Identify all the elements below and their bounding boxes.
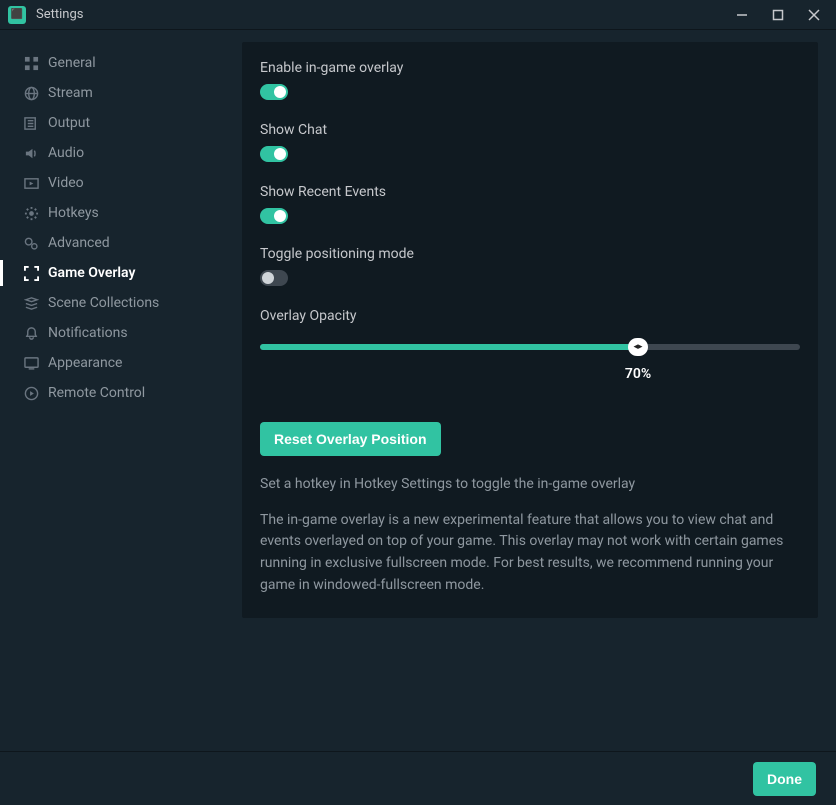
minimize-icon	[736, 9, 748, 21]
close-icon	[808, 9, 820, 21]
reset-overlay-position-button[interactable]: Reset Overlay Position	[260, 422, 441, 456]
hotkey-hint-text: Set a hotkey in Hotkey Settings to toggl…	[260, 474, 800, 496]
sidebar-item-hotkeys[interactable]: Hotkeys	[0, 198, 242, 228]
settings-panel: Enable in-game overlay Show Chat Show Re…	[242, 42, 818, 618]
opacity-slider-fill	[260, 344, 638, 350]
sidebar-item-label: Advanced	[48, 235, 110, 251]
grid-icon	[24, 56, 48, 71]
setting-label: Show Chat	[260, 122, 800, 138]
setting-label: Show Recent Events	[260, 184, 800, 200]
sidebar-item-label: Video	[48, 175, 84, 191]
sidebar-item-label: Hotkeys	[48, 205, 99, 221]
close-button[interactable]	[796, 1, 832, 29]
sidebar-item-label: Audio	[48, 145, 84, 161]
app-icon: ⬛	[8, 6, 26, 24]
bell-icon	[24, 326, 48, 341]
audio-icon	[24, 146, 48, 161]
output-icon	[24, 116, 48, 131]
sidebar-item-stream[interactable]: Stream	[0, 78, 242, 108]
sidebar-item-label: Stream	[48, 85, 93, 101]
experimental-note-text: The in-game overlay is a new experimenta…	[260, 510, 800, 597]
gears-icon	[24, 236, 48, 251]
sidebar-item-remote-control[interactable]: Remote Control	[0, 378, 242, 408]
footer: Done	[0, 751, 836, 805]
video-icon	[24, 176, 48, 191]
toggle-positioning[interactable]	[260, 270, 288, 286]
setting-label: Overlay Opacity	[260, 308, 800, 324]
done-button[interactable]: Done	[753, 762, 816, 796]
minimize-button[interactable]	[724, 1, 760, 29]
sidebar-item-label: Scene Collections	[48, 295, 159, 311]
titlebar: ⬛ Settings	[0, 0, 836, 30]
setting-label: Enable in-game overlay	[260, 60, 800, 76]
setting-show-chat: Show Chat	[260, 122, 800, 162]
setting-positioning: Toggle positioning mode	[260, 246, 800, 286]
appearance-icon	[24, 356, 48, 371]
sidebar-item-notifications[interactable]: Notifications	[0, 318, 242, 348]
settings-window: ⬛ Settings General Stream Output	[0, 0, 836, 805]
globe-icon	[24, 86, 48, 101]
main-content: Enable in-game overlay Show Chat Show Re…	[242, 30, 836, 751]
setting-show-events: Show Recent Events	[260, 184, 800, 224]
sidebar-item-game-overlay[interactable]: Game Overlay	[0, 258, 242, 288]
sidebar-item-label: Remote Control	[48, 385, 145, 401]
sidebar-item-label: Notifications	[48, 325, 128, 341]
gear-icon	[24, 206, 48, 221]
opacity-slider-thumb[interactable]: ◂▸	[628, 338, 648, 356]
sidebar-item-label: Output	[48, 115, 90, 131]
sidebar-item-video[interactable]: Video	[0, 168, 242, 198]
sidebar-item-label: Appearance	[48, 355, 122, 371]
opacity-value: 70%	[625, 366, 651, 382]
sidebar: General Stream Output Audio Video Hotkey…	[0, 30, 242, 751]
play-icon	[24, 386, 48, 401]
expand-icon	[24, 266, 48, 281]
setting-enable-overlay: Enable in-game overlay	[260, 60, 800, 100]
maximize-icon	[772, 9, 784, 21]
sidebar-item-scene-collections[interactable]: Scene Collections	[0, 288, 242, 318]
window-title: Settings	[36, 7, 83, 22]
toggle-show-events[interactable]	[260, 208, 288, 224]
sidebar-item-label: Game Overlay	[48, 265, 135, 281]
setting-label: Toggle positioning mode	[260, 246, 800, 262]
toggle-enable-overlay[interactable]	[260, 84, 288, 100]
sidebar-item-general[interactable]: General	[0, 48, 242, 78]
sidebar-item-audio[interactable]: Audio	[0, 138, 242, 168]
collections-icon	[24, 296, 48, 311]
maximize-button[interactable]	[760, 1, 796, 29]
toggle-show-chat[interactable]	[260, 146, 288, 162]
sidebar-item-output[interactable]: Output	[0, 108, 242, 138]
sidebar-item-label: General	[48, 55, 96, 71]
setting-opacity: Overlay Opacity ◂▸ 70%	[260, 308, 800, 382]
sidebar-item-advanced[interactable]: Advanced	[0, 228, 242, 258]
sidebar-item-appearance[interactable]: Appearance	[0, 348, 242, 378]
